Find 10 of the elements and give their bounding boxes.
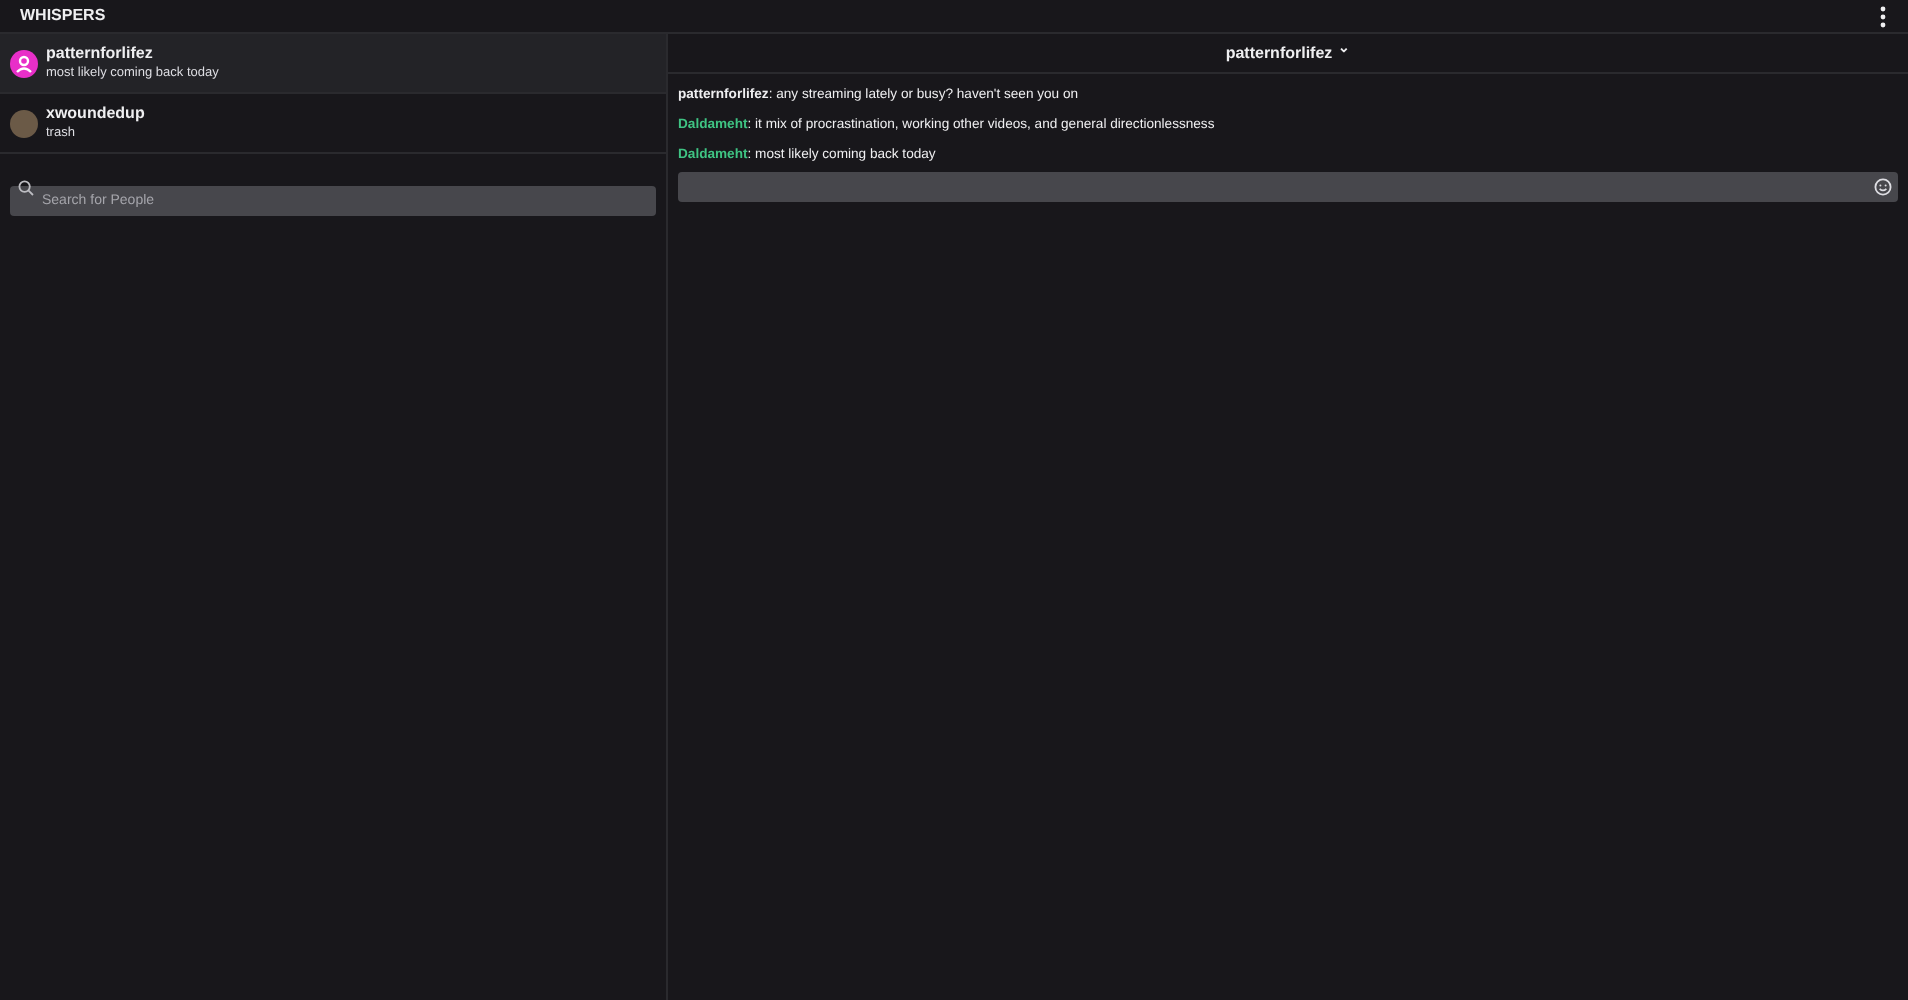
conversation-name: patternforlifez — [46, 43, 155, 63]
more-icon — [1879, 5, 1885, 27]
panel-title: WHISPERS — [20, 4, 106, 28]
search-icon — [18, 179, 34, 195]
conversation-name: xwoundedup — [46, 103, 145, 123]
avatar-photo-placeholder — [10, 109, 38, 137]
more-options-button[interactable] — [1876, 4, 1888, 28]
message-input-field[interactable] — [678, 172, 1898, 202]
avatar-icon — [10, 49, 38, 77]
emoji-icon[interactable] — [1874, 178, 1892, 196]
